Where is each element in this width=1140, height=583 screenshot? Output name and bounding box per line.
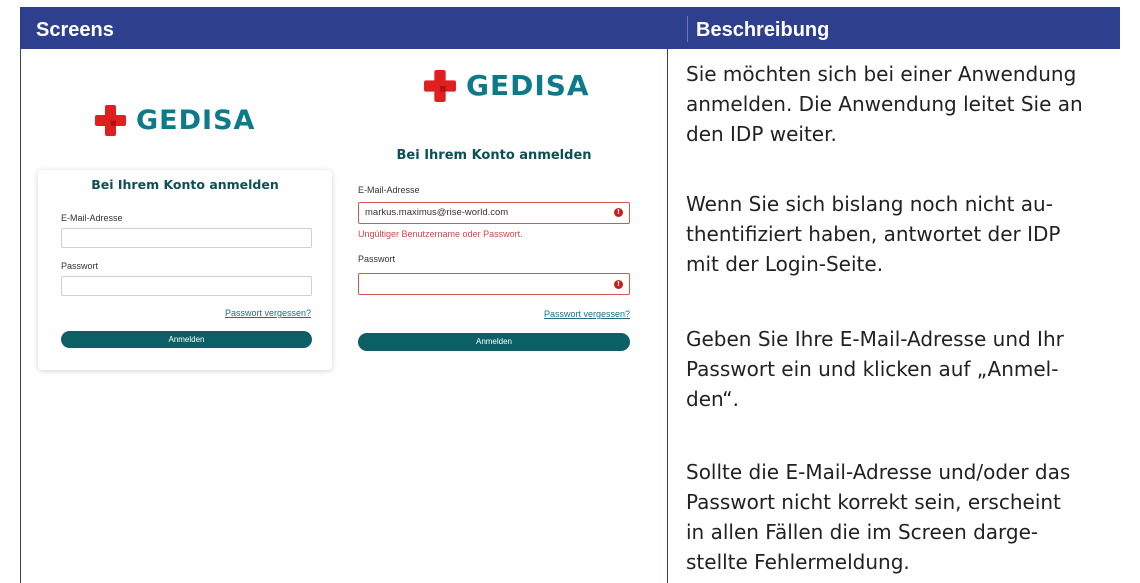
password-field[interactable] (61, 276, 312, 296)
header-beschreibung: Beschreibung (696, 19, 830, 41)
gedisa-wordmark: GEDISA (136, 105, 256, 136)
error-icon: ! (614, 208, 623, 217)
login-button[interactable]: Anmelden (61, 331, 312, 348)
document-table: Screens Beschreibung GEDISA Bei Ihrem Ko… (0, 0, 1140, 583)
forgot-password-link-2[interactable]: Passwort vergessen? (544, 309, 630, 319)
password-label-2: Passwort (358, 254, 396, 264)
header-divider (687, 16, 688, 42)
description-text-4: Sollte die E-Mail-Adresse und/oder das P… (686, 460, 1071, 574)
email-label: E-Mail-Adresse (61, 213, 123, 223)
description-text-2: Wenn Sie sich bislang noch nicht au- the… (686, 192, 1061, 276)
error-message: Ungültiger Benutzername oder Passwort. (358, 229, 523, 239)
email-label-2: E-Mail-Adresse (358, 185, 420, 195)
login-title-2: Bei Ihrem Konto anmelden (396, 148, 592, 163)
email-field-error[interactable]: markus.maximus@rise-world.com (358, 202, 630, 224)
password-label: Passwort (61, 261, 99, 271)
description-paragraph-1: Sie möchten sich bei einer Anwendung anm… (686, 59, 1126, 149)
description-text-1: Sie möchten sich bei einer Anwendung anm… (686, 62, 1083, 146)
description-text-3: Geben Sie Ihre E-Mail-Adresse und Ihr Pa… (686, 327, 1064, 411)
forgot-password-link[interactable]: Passwort vergessen? (225, 308, 311, 318)
login-card: Bei Ihrem Konto anmelden E-Mail-Adresse … (38, 170, 332, 370)
email-field[interactable] (61, 228, 312, 248)
table-column-divider (667, 49, 668, 583)
description-paragraph-3: Geben Sie Ihre E-Mail-Adresse und Ihr Pa… (686, 324, 1126, 414)
description-paragraph-2: Wenn Sie sich bislang noch nicht au- the… (686, 189, 1126, 279)
error-icon: ! (614, 280, 623, 289)
gedisa-logo: GEDISA (95, 105, 255, 136)
gedisa-cross-icon (95, 105, 126, 136)
gedisa-logo-2: GEDISA (424, 69, 590, 102)
header-screens: Screens (36, 19, 114, 41)
table-header: Screens Beschreibung (20, 7, 1120, 49)
gedisa-wordmark: GEDISA (466, 69, 590, 102)
password-field-error[interactable] (358, 273, 630, 295)
description-paragraph-4: Sollte die E-Mail-Adresse und/oder das P… (686, 457, 1126, 577)
gedisa-cross-icon (424, 69, 456, 102)
login-button-2[interactable]: Anmelden (358, 333, 630, 351)
login-title: Bei Ihrem Konto anmelden (91, 177, 279, 192)
table-left-border (20, 49, 21, 583)
